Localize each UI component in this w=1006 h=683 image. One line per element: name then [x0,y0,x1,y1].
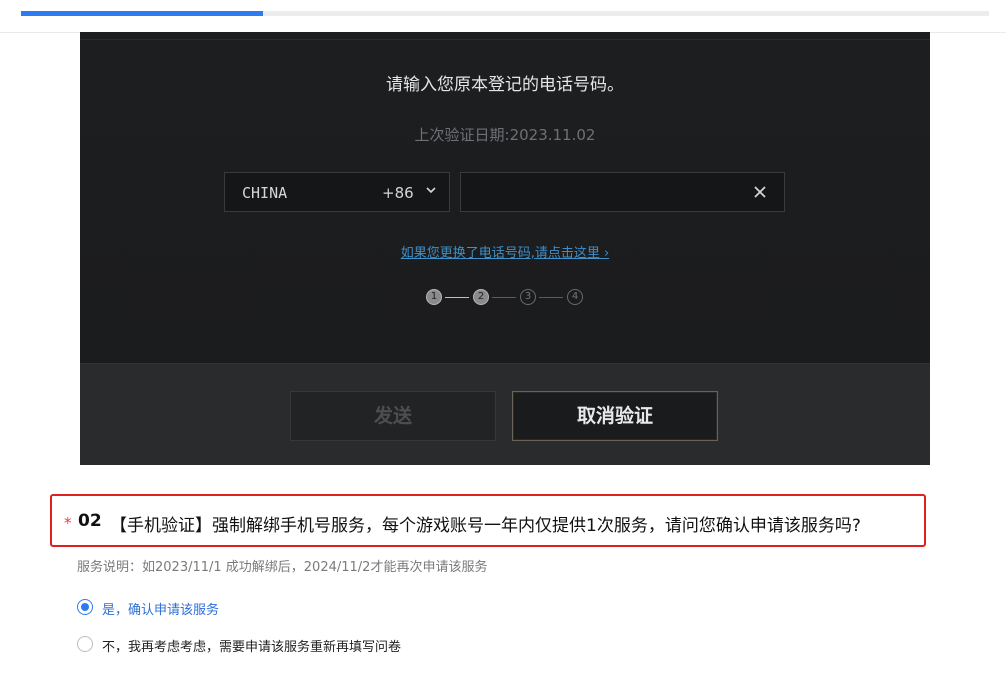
progress-track [21,11,989,16]
chevron-down-icon [426,187,436,194]
step-4: 4 [567,289,583,305]
phone-prompt: 请输入您原本登记的电话号码。 [386,75,624,95]
phone-field[interactable] [460,172,785,212]
verification-panel: 请输入您原本登记的电话号码。 上次验证日期:2023.11.02 CHINA +… [80,32,930,363]
country-select[interactable]: CHINA +86 [224,172,450,212]
cancel-verification-button[interactable]: 取消验证 [512,391,718,441]
top-bar [0,0,1006,33]
panel-divider [80,39,930,40]
country-code: +86 [382,184,414,202]
step-connector [539,297,563,298]
send-button[interactable]: 发送 [290,391,496,441]
close-icon[interactable] [753,185,767,199]
question-title: 【手机验证】强制解绑手机号服务，每个游戏账号一年内仅提供1次服务，请问您确认申请… [110,516,861,536]
question-highlight-box: * 02 【手机验证】强制解绑手机号服务，每个游戏账号一年内仅提供1次服务，请问… [50,494,926,547]
step-connector [492,297,516,298]
embedded-screenshot: 请输入您原本登记的电话号码。 上次验证日期:2023.11.02 CHINA +… [80,32,930,465]
step-1: 1 [426,289,442,305]
option-label: 不，我再考虑考虑，需要申请该服务重新再填写问卷 [102,640,402,655]
step-indicator: 1 2 3 4 [424,289,594,309]
button-bar: 发送 取消验证 [80,363,930,465]
step-2: 2 [473,289,489,305]
question-description: 服务说明：如2023/11/1 成功解绑后，2024/11/2才能再次申请该服务 [77,560,488,575]
radio-unselected-icon[interactable] [77,636,93,652]
phone-input[interactable] [461,173,765,211]
question-number: 02 [78,511,102,531]
change-phone-link[interactable]: 如果您更换了电话号码,请点击这里 › [80,242,930,261]
last-verified-date: 上次验证日期:2023.11.02 [414,126,596,144]
step-3: 3 [520,289,536,305]
step-connector [445,297,469,298]
country-name: CHINA [242,184,288,202]
option-label: 是，确认申请该服务 [102,603,220,618]
progress-fill [21,11,263,16]
radio-selected-icon[interactable] [77,599,93,615]
required-mark: * [64,514,72,532]
